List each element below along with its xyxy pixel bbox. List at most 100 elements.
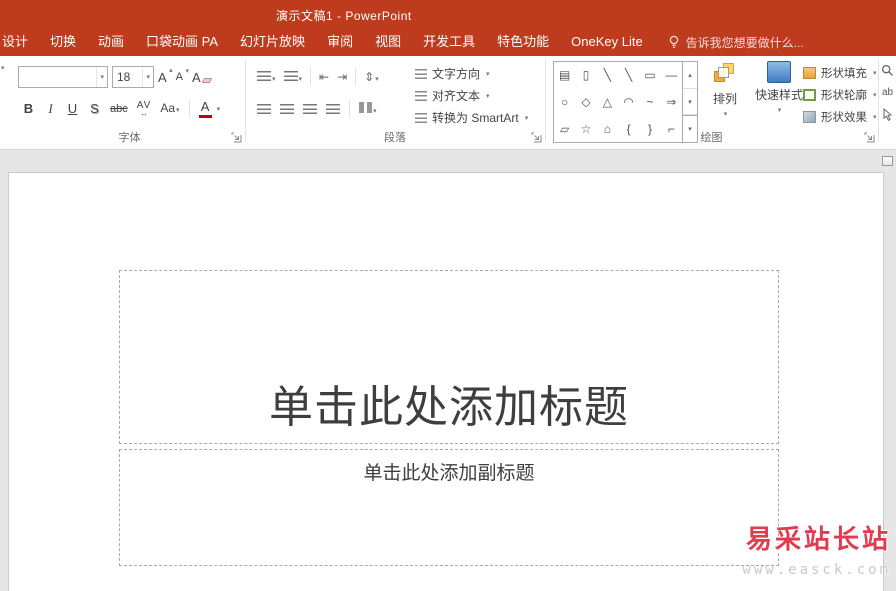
divider [349, 100, 350, 118]
text-shadow-button[interactable]: S [88, 101, 101, 116]
drawing-dialog-launcher-icon[interactable] [864, 132, 875, 143]
align-center-icon[interactable] [280, 104, 294, 114]
eraser-icon [201, 77, 212, 83]
select-cursor-icon[interactable] [882, 108, 893, 121]
divider [355, 68, 357, 86]
tab-developer[interactable]: 开发工具 [412, 28, 486, 56]
title-placeholder[interactable]: 单击此处添加标题 [119, 270, 779, 444]
font-size-combobox[interactable]: 18 ▾ [112, 66, 154, 88]
convert-smartart-button[interactable]: 转换为 SmartArt ▾ [415, 109, 528, 126]
paragraph-dialog-launcher-icon[interactable] [531, 132, 542, 143]
subtitle-placeholder-text: 单击此处添加副标题 [363, 463, 535, 484]
up-arrow-icon: ▴ [169, 66, 173, 74]
paint-bucket-icon [803, 67, 816, 79]
panel-toggle-icon[interactable] [882, 156, 893, 166]
subtitle-placeholder[interactable]: 单击此处添加副标题 [119, 449, 779, 566]
decrease-indent-icon[interactable]: ⇤ [319, 71, 329, 83]
chevron-down-icon: ▾ [486, 92, 490, 100]
gallery-scroll-up-icon[interactable]: ▴ [683, 62, 697, 89]
smartart-icon [415, 112, 427, 123]
change-case-button[interactable]: Aa▾ [160, 102, 179, 115]
font-group: ▾ 18 ▾ A ▴ A ▾ A B I U S abc AV ↔ Aa▾ A … [14, 56, 245, 149]
paragraph-group: ▾ ▾ ⇤ ⇥ ⇕▾ ▾ 文字方向 ▾ 对齐文本 ▾ 转换为 SmartArt … [245, 56, 545, 149]
columns-button[interactable]: ▾ [359, 100, 377, 118]
shape-outline-button[interactable]: 形状轮廓 ▾ [803, 87, 877, 103]
clear-formatting-button[interactable]: A [192, 70, 212, 85]
ribbon: ▾ ▾ 18 ▾ A ▴ A ▾ A B I U S abc AV ↔ Aa▾ … [0, 56, 896, 150]
tab-animations[interactable]: 动画 [87, 28, 135, 56]
chevron-down-icon[interactable]: ▾ [142, 67, 153, 87]
bullets-button[interactable]: ▾ [257, 68, 276, 86]
ribbon-tabbar: 设计 切换 动画 口袋动画 PA 幻灯片放映 审阅 视图 开发工具 特色功能 O… [0, 28, 896, 56]
chevron-down-icon: ▾ [873, 70, 877, 77]
outline-pencil-icon [803, 89, 816, 101]
text-direction-icon [415, 68, 427, 79]
arrange-button[interactable]: 排列 ▾ [702, 61, 748, 118]
gallery-scroll-down-icon[interactable]: ▾ [683, 89, 697, 116]
tab-onekey-lite[interactable]: OneKey Lite [560, 28, 654, 56]
tab-transitions[interactable]: 切换 [39, 28, 87, 56]
shape-line-icon[interactable]: ╲ [597, 62, 618, 89]
slide[interactable]: 单击此处添加标题 单击此处添加副标题 [8, 172, 884, 591]
quick-styles-icon [767, 61, 791, 83]
chevron-down-icon: ▾ [873, 114, 877, 121]
cutoff-dropdown-icon[interactable]: ▾ [1, 64, 5, 72]
quick-styles-button[interactable]: 快速样式 ▾ [751, 61, 807, 114]
align-text-button[interactable]: 对齐文本 ▾ [415, 87, 490, 104]
tell-me-label: 告诉我您想要做什么... [685, 35, 804, 50]
tab-pocket-animation-pa[interactable]: 口袋动画 PA [135, 28, 229, 56]
tab-review[interactable]: 审阅 [316, 28, 364, 56]
shrink-font-button[interactable]: A ▾ [176, 68, 189, 83]
text-direction-button[interactable]: 文字方向 ▾ [415, 65, 490, 82]
shape-textbox-icon[interactable]: ▤ [554, 62, 575, 89]
find-icon[interactable] [881, 64, 894, 77]
align-text-icon [415, 90, 427, 101]
effects-icon [803, 111, 816, 123]
font-size-value: 18 [117, 70, 131, 84]
tab-featured[interactable]: 特色功能 [486, 28, 560, 56]
align-right-icon[interactable] [303, 104, 317, 114]
justify-icon[interactable] [326, 104, 340, 114]
columns-icon [359, 102, 372, 113]
tell-me-box[interactable]: 告诉我您想要做什么... [668, 28, 804, 56]
shape-triangle-icon[interactable]: △ [597, 89, 618, 116]
shape-arc-icon[interactable]: ◠ [618, 89, 639, 116]
shape-effects-button[interactable]: 形状效果 ▾ [803, 109, 877, 125]
replace-icon[interactable]: ab [882, 87, 893, 98]
tab-view[interactable]: 视图 [364, 28, 412, 56]
chevron-down-icon: ▾ [723, 111, 728, 118]
tab-design[interactable]: 设计 [0, 28, 39, 56]
lightbulb-icon [668, 35, 680, 49]
font-color-button[interactable]: A [198, 100, 212, 118]
shape-dash-icon[interactable]: — [661, 62, 682, 89]
paragraph-group-label: 段落 [384, 132, 406, 144]
font-name-combobox[interactable]: ▾ [18, 66, 108, 88]
shape-curve-icon[interactable]: ~ [639, 89, 660, 116]
editing-group-cutoff: ab [881, 64, 894, 121]
font-dialog-launcher-icon[interactable] [231, 132, 242, 143]
underline-button[interactable]: U [66, 101, 79, 116]
chevron-down-icon: ▾ [486, 70, 490, 78]
grow-font-button[interactable]: A ▴ [158, 67, 173, 85]
shape-diamond-icon[interactable]: ◇ [575, 89, 596, 116]
divider [310, 68, 312, 86]
increase-indent-icon[interactable]: ⇥ [337, 71, 347, 83]
shape-block-arrow-icon[interactable]: ⇒ [661, 89, 682, 116]
line-spacing-icon: ⇕ [364, 70, 375, 84]
strikethrough-button[interactable]: abc [110, 103, 128, 115]
shape-rectangle-icon[interactable]: ▭ [639, 62, 660, 89]
chevron-down-icon[interactable]: ▾ [96, 67, 107, 87]
tab-slide-show[interactable]: 幻灯片放映 [229, 28, 316, 56]
line-spacing-button[interactable]: ⇕▾ [364, 68, 379, 86]
chevron-down-icon[interactable]: ▾ [217, 105, 221, 113]
shape-vertical-textbox-icon[interactable]: ▯ [575, 62, 596, 89]
character-spacing-button[interactable]: AV ↔ [137, 100, 152, 118]
numbering-button[interactable]: ▾ [283, 68, 302, 86]
shape-oval-icon[interactable]: ○ [554, 89, 575, 116]
italic-button[interactable]: I [44, 101, 57, 116]
shape-fill-button[interactable]: 形状填充 ▾ [803, 65, 877, 81]
divider [188, 100, 190, 118]
align-left-icon[interactable] [257, 104, 271, 114]
shape-arrow-line-icon[interactable]: ╲ [618, 62, 639, 89]
bold-button[interactable]: B [22, 101, 35, 116]
